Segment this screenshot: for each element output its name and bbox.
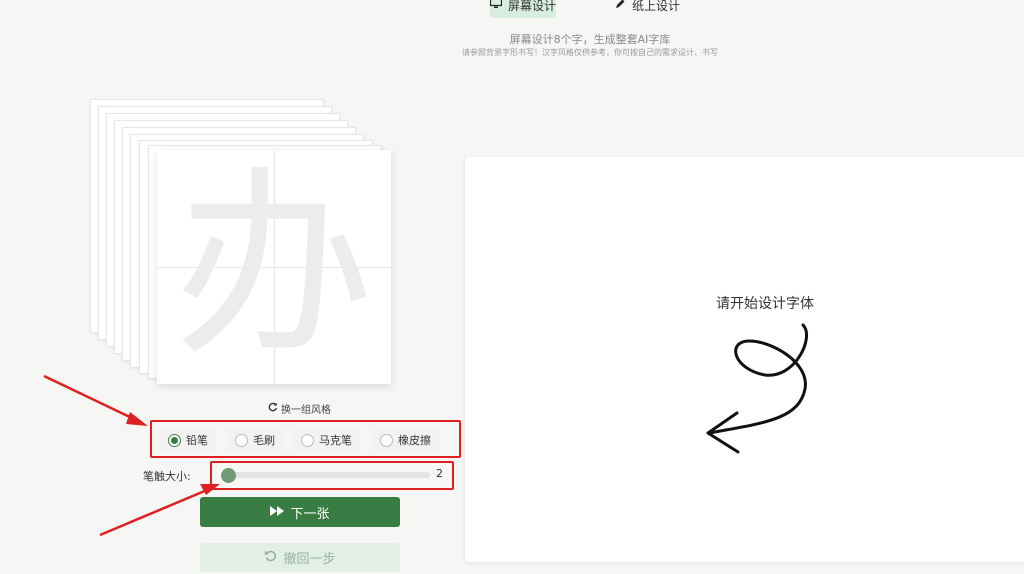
design-canvas[interactable]: 请开始设计字体 bbox=[465, 157, 1024, 562]
change-style-label: 换一组风格 bbox=[281, 405, 331, 416]
tab-screen-design[interactable]: 屏幕设计 bbox=[489, 0, 557, 18]
stroke-size-slider-track[interactable] bbox=[222, 472, 430, 478]
brush-label: 毛刷 bbox=[253, 434, 275, 447]
hint-arrow-icon bbox=[706, 323, 809, 454]
brush-label: 铅笔 bbox=[186, 434, 208, 447]
radio-icon bbox=[380, 433, 393, 447]
reference-card: 办 bbox=[157, 150, 391, 384]
reference-glyph: 办 bbox=[173, 150, 374, 383]
radio-icon bbox=[235, 433, 248, 447]
brush-label: 橡皮擦 bbox=[398, 434, 431, 447]
next-button[interactable]: 下一张 bbox=[200, 497, 400, 527]
monitor-icon bbox=[489, 0, 503, 12]
radio-icon bbox=[301, 433, 314, 447]
stroke-size-value: 2 bbox=[436, 467, 443, 480]
subtitle-main: 屏幕设计8个字，生成整套AI字库 bbox=[509, 33, 671, 46]
brush-option-brush[interactable]: 毛刷 bbox=[227, 429, 283, 451]
brush-option-eraser[interactable]: 橡皮擦 bbox=[372, 429, 439, 451]
undo-button-label: 撤回一步 bbox=[283, 552, 336, 567]
stroke-size-label: 笔触大小: bbox=[143, 470, 191, 483]
tab-paper-label: 纸上设计 bbox=[632, 0, 681, 13]
tab-screen-label: 屏幕设计 bbox=[508, 0, 557, 13]
stroke-size-slider-thumb[interactable] bbox=[221, 468, 236, 483]
radio-selected-icon bbox=[168, 433, 181, 447]
fast-forward-icon bbox=[270, 505, 285, 520]
brush-option-pencil[interactable]: 铅笔 bbox=[160, 429, 216, 451]
undo-icon bbox=[264, 549, 277, 566]
tab-paper-design[interactable]: 纸上设计 bbox=[600, 0, 694, 18]
refresh-icon bbox=[268, 402, 278, 415]
subtitle-hint: 请参照背景字形书写！汉字风格仅供参考，你可按自己的需求设计、书写 bbox=[462, 48, 718, 57]
pencil-icon bbox=[614, 0, 626, 13]
change-style-button[interactable]: 换一组风格 bbox=[268, 401, 331, 416]
brush-label: 马克笔 bbox=[319, 434, 352, 447]
next-button-label: 下一张 bbox=[290, 506, 330, 522]
brush-option-marker[interactable]: 马克笔 bbox=[293, 429, 360, 451]
undo-button[interactable]: 撤回一步 bbox=[200, 543, 400, 572]
